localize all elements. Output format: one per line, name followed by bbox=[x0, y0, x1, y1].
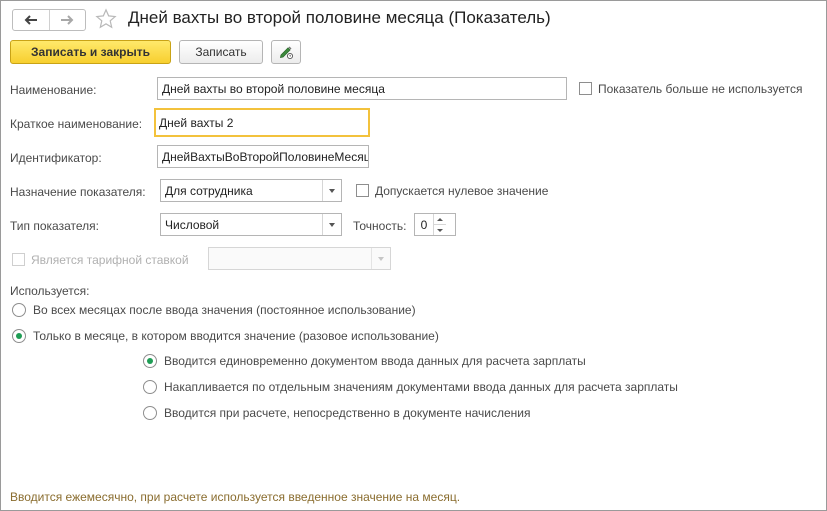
arrow-right-icon bbox=[61, 15, 74, 25]
usage-label: Используется: bbox=[10, 284, 90, 298]
zero-allowed-label: Допускается нулевое значение bbox=[375, 184, 549, 198]
chevron-down-icon bbox=[329, 188, 335, 193]
tariff-select[interactable] bbox=[208, 247, 391, 270]
pencil-icon bbox=[279, 46, 294, 60]
usage-radio-permanent[interactable] bbox=[12, 303, 26, 317]
input-radio-accumulated[interactable] bbox=[143, 380, 157, 394]
precision-label: Точность: bbox=[353, 219, 407, 233]
chevron-down-icon bbox=[437, 228, 443, 232]
chevron-up-icon bbox=[437, 217, 443, 221]
favorite-star-icon[interactable] bbox=[95, 8, 117, 33]
arrow-left-icon bbox=[24, 15, 37, 25]
type-label: Тип показателя: bbox=[10, 219, 99, 233]
identifier-input[interactable]: ДнейВахтыВоВторойПоловинеМесяца bbox=[157, 145, 369, 168]
zero-allowed-checkbox[interactable] bbox=[356, 184, 369, 197]
stepper-up-button[interactable] bbox=[434, 214, 446, 224]
tariff-label: Является тарифной ставкой bbox=[31, 253, 189, 267]
purpose-dropdown-button[interactable] bbox=[322, 180, 341, 201]
purpose-value: Для сотрудника bbox=[165, 183, 253, 198]
not-used-label: Показатель больше не используется bbox=[598, 82, 803, 96]
name-label: Наименование: bbox=[10, 83, 97, 97]
edit-button[interactable] bbox=[271, 40, 301, 64]
usage-radio-once[interactable] bbox=[12, 329, 26, 343]
identifier-label: Идентификатор: bbox=[10, 151, 102, 165]
navigation-buttons bbox=[12, 9, 86, 31]
precision-stepper[interactable]: 0 bbox=[414, 213, 456, 236]
back-button[interactable] bbox=[13, 10, 49, 30]
stepper-down-button[interactable] bbox=[434, 224, 446, 235]
save-button[interactable]: Записать bbox=[179, 40, 263, 64]
input-option-single-document-label: Вводится единовременно документом ввода … bbox=[164, 354, 586, 368]
purpose-select[interactable]: Для сотрудника bbox=[160, 179, 342, 202]
forward-button[interactable] bbox=[48, 10, 86, 30]
chevron-down-icon bbox=[329, 222, 335, 227]
window-title: Дней вахты во второй половине месяца (По… bbox=[128, 8, 551, 27]
input-option-on-calculation-label: Вводится при расчете, непосредственно в … bbox=[164, 406, 531, 420]
footer-hint: Вводится ежемесячно, при расчете использ… bbox=[10, 490, 461, 504]
tariff-dropdown-button[interactable] bbox=[371, 248, 390, 269]
input-option-accumulated-label: Накапливается по отдельным значениям док… bbox=[164, 380, 678, 394]
type-select[interactable]: Числовой bbox=[160, 213, 342, 236]
not-used-checkbox[interactable] bbox=[579, 82, 592, 95]
usage-option-permanent-label: Во всех месяцах после ввода значения (по… bbox=[33, 303, 416, 317]
input-radio-on-calculation[interactable] bbox=[143, 406, 157, 420]
type-dropdown-button[interactable] bbox=[322, 214, 341, 235]
input-radio-single-document[interactable] bbox=[143, 354, 157, 368]
purpose-label: Назначение показателя: bbox=[10, 185, 146, 199]
name-input[interactable]: Дней вахты во второй половине месяца bbox=[157, 77, 567, 100]
tariff-checkbox[interactable] bbox=[12, 253, 25, 266]
short-name-label: Краткое наименование: bbox=[10, 117, 143, 131]
form-window: Дней вахты во второй половине месяца (По… bbox=[0, 0, 827, 511]
short-name-input[interactable]: Дней вахты 2 bbox=[154, 108, 370, 137]
precision-value: 0 bbox=[420, 217, 428, 232]
save-and-close-button[interactable]: Записать и закрыть bbox=[10, 40, 171, 64]
usage-option-once-label: Только в месяце, в котором вводится знач… bbox=[33, 329, 439, 343]
type-value: Числовой bbox=[165, 217, 220, 232]
chevron-down-icon bbox=[378, 256, 384, 261]
